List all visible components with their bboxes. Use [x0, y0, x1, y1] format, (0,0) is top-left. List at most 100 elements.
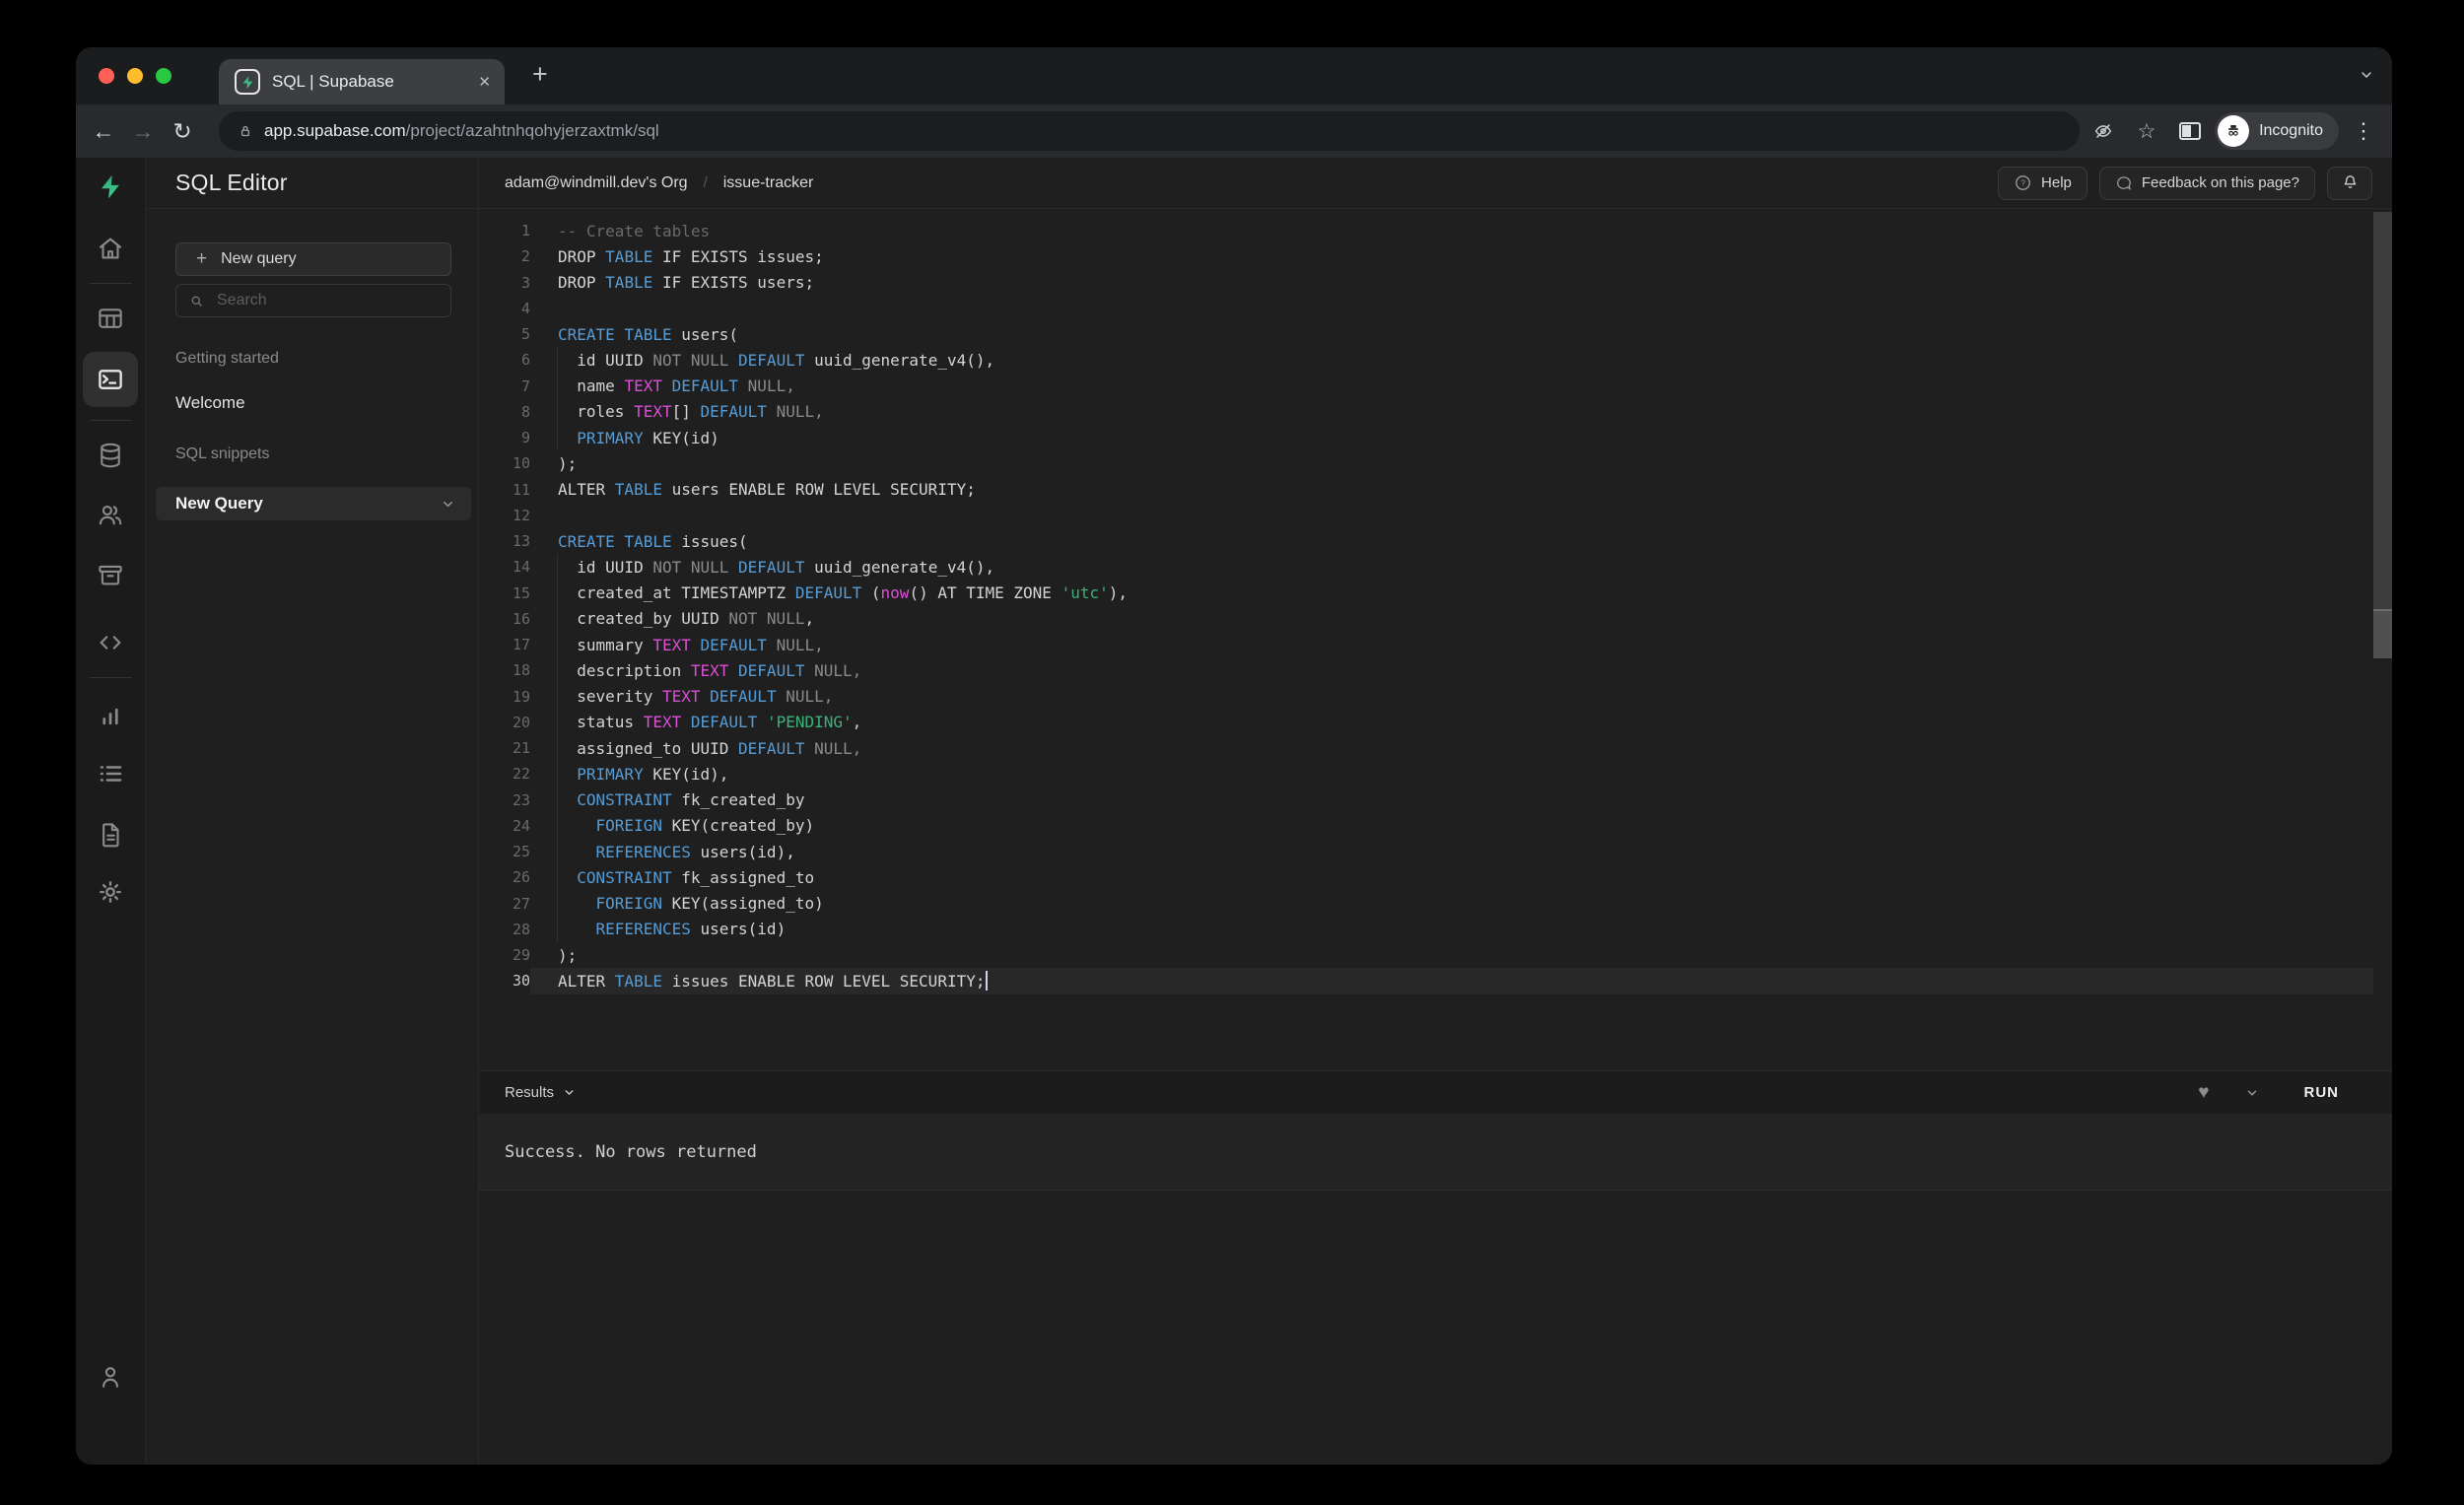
code-line-24[interactable]: 24 FOREIGN KEY(created_by)	[479, 813, 2373, 839]
new-tab-button[interactable]: +	[532, 61, 548, 88]
feedback-button[interactable]: Feedback on this page?	[2099, 167, 2315, 200]
scrollbar-thumb[interactable]	[2373, 611, 2392, 658]
nav-reports[interactable]	[94, 700, 127, 733]
new-query-button[interactable]: + New query	[175, 242, 451, 276]
code-line-6[interactable]: 6 id UUID NOT NULL DEFAULT uuid_generate…	[479, 347, 2373, 373]
code-line-7[interactable]: 7 name TEXT DEFAULT NULL,	[479, 374, 2373, 399]
notifications-bell-icon[interactable]	[2327, 167, 2372, 200]
users-icon	[96, 500, 125, 529]
line-number: 11	[479, 481, 530, 499]
scrollbar-thumb[interactable]	[2373, 212, 2392, 609]
close-window-button[interactable]	[99, 68, 114, 84]
bookmark-star-icon[interactable]: ☆	[2128, 112, 2165, 150]
breadcrumb-org[interactable]: adam@windmill.dev's Org	[505, 174, 688, 192]
close-tab-icon[interactable]: ✕	[478, 73, 491, 91]
browser-tab[interactable]: SQL | Supabase ✕	[219, 59, 505, 104]
code-line-11[interactable]: 11ALTER TABLE users ENABLE ROW LEVEL SEC…	[479, 477, 2373, 503]
code-line-12[interactable]: 12	[479, 503, 2373, 528]
code-line-25[interactable]: 25 REFERENCES users(id),	[479, 839, 2373, 864]
browser-toolbar: ← → ↻ app.supabase.com/project/azahtnhqo…	[76, 104, 2392, 158]
nav-logs[interactable]	[94, 757, 127, 790]
chevron-down-icon	[563, 1086, 576, 1099]
line-number: 30	[479, 972, 530, 990]
svg-text:?: ?	[2020, 178, 2025, 188]
tab-search-chevron-icon[interactable]	[2359, 67, 2374, 83]
back-button[interactable]: ←	[84, 118, 123, 145]
nav-settings[interactable]	[94, 875, 127, 909]
sidebar-item-welcome[interactable]: Welcome	[175, 393, 448, 413]
eye-off-icon[interactable]	[2085, 112, 2122, 150]
page-scrollbar[interactable]	[2373, 212, 2392, 658]
rail-divider	[90, 677, 132, 678]
line-number: 27	[479, 895, 530, 913]
code-line-14[interactable]: 14 id UUID NOT NULL DEFAULT uuid_generat…	[479, 554, 2373, 580]
browser-menu-icon[interactable]: ⋮	[2345, 112, 2382, 150]
line-number: 1	[479, 222, 530, 239]
code-line-9[interactable]: 9 PRIMARY KEY(id)	[479, 425, 2373, 450]
run-button[interactable]: RUN	[2304, 1084, 2340, 1101]
sql-editor[interactable]: 1-- Create tables2DROP TABLE IF EXISTS i…	[479, 209, 2392, 1070]
code-line-3[interactable]: 3DROP TABLE IF EXISTS users;	[479, 270, 2373, 296]
code-line-17[interactable]: 17 summary TEXT DEFAULT NULL,	[479, 632, 2373, 657]
code-line-16[interactable]: 16 created_by UUID NOT NULL,	[479, 606, 2373, 632]
code-line-1[interactable]: 1-- Create tables	[479, 218, 2373, 243]
line-number: 16	[479, 610, 530, 628]
line-number: 25	[479, 843, 530, 860]
favorite-heart-icon[interactable]: ♥	[2198, 1082, 2209, 1104]
code-line-4[interactable]: 4	[479, 296, 2373, 321]
nav-docs[interactable]	[94, 818, 127, 852]
supabase-favicon-icon	[235, 69, 260, 95]
nav-authentication[interactable]	[94, 498, 127, 531]
nav-database[interactable]	[94, 439, 127, 472]
nav-table-editor[interactable]	[94, 302, 127, 335]
url-bar[interactable]: app.supabase.com/project/azahtnhqohyjerz…	[219, 111, 2080, 151]
nav-storage[interactable]	[94, 558, 127, 591]
line-number: 28	[479, 921, 530, 938]
code-line-19[interactable]: 19 severity TEXT DEFAULT NULL,	[479, 684, 2373, 710]
zoom-window-button[interactable]	[156, 68, 171, 84]
tab-strip: SQL | Supabase ✕ +	[76, 47, 2392, 104]
code-icon	[96, 628, 125, 657]
code-line-2[interactable]: 2DROP TABLE IF EXISTS issues;	[479, 243, 2373, 269]
code-line-15[interactable]: 15 created_at TIMESTAMPTZ DEFAULT (now()…	[479, 581, 2373, 606]
save-chevron-icon[interactable]	[2245, 1086, 2259, 1100]
help-button[interactable]: ? Help	[1998, 167, 2088, 200]
nav-home[interactable]	[94, 232, 127, 265]
code-line-23[interactable]: 23 CONSTRAINT fk_created_by	[479, 787, 2373, 813]
search-box[interactable]	[175, 284, 451, 317]
line-number: 20	[479, 714, 530, 731]
code-line-13[interactable]: 13CREATE TABLE issues(	[479, 528, 2373, 554]
line-number: 13	[479, 532, 530, 550]
breadcrumb: adam@windmill.dev's Org / issue-tracker …	[479, 158, 2392, 209]
code-line-20[interactable]: 20 status TEXT DEFAULT 'PENDING',	[479, 710, 2373, 735]
sql-editor-sidebar: SQL Editor + New query Getting started W	[146, 158, 479, 1465]
forward-button[interactable]: →	[123, 118, 163, 145]
code-line-21[interactable]: 21 assigned_to UUID DEFAULT NULL,	[479, 735, 2373, 761]
code-line-30[interactable]: 30ALTER TABLE issues ENABLE ROW LEVEL SE…	[479, 968, 2373, 993]
code-line-22[interactable]: 22 PRIMARY KEY(id),	[479, 761, 2373, 787]
code-line-27[interactable]: 27 FOREIGN KEY(assigned_to)	[479, 891, 2373, 917]
code-line-10[interactable]: 10);	[479, 450, 2373, 476]
code-line-8[interactable]: 8 roles TEXT[] DEFAULT NULL,	[479, 399, 2373, 425]
chart-icon	[96, 702, 125, 731]
code-line-29[interactable]: 29);	[479, 942, 2373, 968]
code-line-18[interactable]: 18 description TEXT DEFAULT NULL,	[479, 657, 2373, 683]
screen: SQL | Supabase ✕ + ← → ↻ app.supabase.co…	[0, 0, 2464, 1505]
code-line-5[interactable]: 5CREATE TABLE users(	[479, 321, 2373, 347]
nav-sql-editor[interactable]	[83, 352, 138, 407]
gear-icon	[96, 877, 125, 907]
minimize-window-button[interactable]	[127, 68, 143, 84]
search-input[interactable]	[215, 291, 439, 310]
line-number: 6	[479, 351, 530, 369]
nav-api[interactable]	[94, 626, 127, 659]
results-tab[interactable]: Results	[505, 1084, 576, 1101]
reload-button[interactable]: ↻	[163, 118, 202, 145]
code-line-26[interactable]: 26 CONSTRAINT fk_assigned_to	[479, 864, 2373, 890]
breadcrumb-project[interactable]: issue-tracker	[723, 174, 814, 192]
results-message: Success. No rows returned	[505, 1142, 757, 1162]
code-line-28[interactable]: 28 REFERENCES users(id)	[479, 917, 2373, 942]
sidebar-item-new-query[interactable]: New Query	[156, 487, 471, 520]
nav-account[interactable]	[94, 1360, 127, 1394]
line-number: 19	[479, 688, 530, 706]
side-panel-icon[interactable]	[2171, 112, 2209, 150]
